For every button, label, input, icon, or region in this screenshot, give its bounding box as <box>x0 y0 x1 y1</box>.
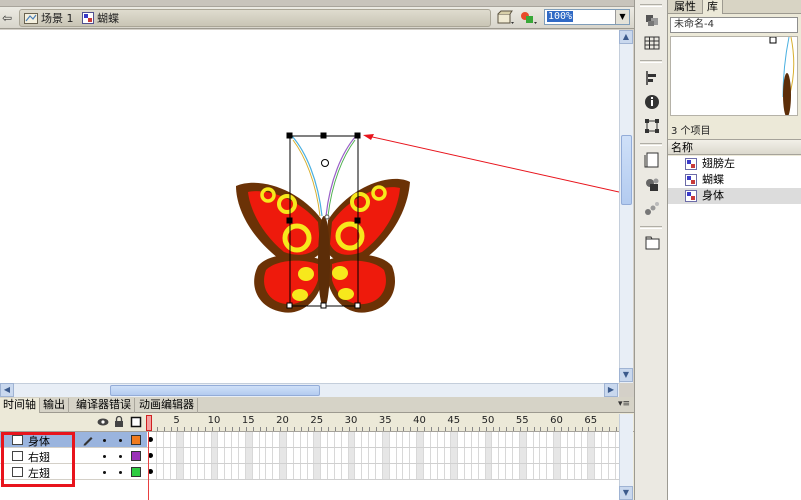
breadcrumb-scene[interactable]: 场景 1 <box>41 11 74 26</box>
library-item-selected[interactable]: 身体 <box>668 188 801 204</box>
library-icon[interactable] <box>642 150 662 170</box>
scroll-thumb[interactable] <box>621 135 632 205</box>
frame-number: 50 <box>481 415 495 426</box>
lock-icon[interactable] <box>114 416 124 428</box>
butterfly-body <box>318 216 330 308</box>
tab-output[interactable]: 输出 <box>40 398 69 413</box>
scene-icon <box>24 13 38 24</box>
transform-icon[interactable] <box>642 116 662 136</box>
scroll-down-button[interactable]: ▼ <box>619 368 633 382</box>
zoom-value: 100% <box>547 11 574 22</box>
frames-grid[interactable] <box>147 432 623 500</box>
butterfly-artwork <box>236 132 619 313</box>
document-tab-strip <box>0 0 634 7</box>
project-icon[interactable] <box>642 233 662 253</box>
timeline-tabs: 时间轴 输出 编译器错误 动画编辑器 ▾≡ <box>0 397 634 413</box>
library-item-count: 3 个项目 <box>671 126 711 137</box>
panel-menu-icon[interactable]: ▾≡ <box>618 399 630 409</box>
tab-timeline[interactable]: 时间轴 <box>0 398 40 413</box>
edit-scene-icon[interactable] <box>497 10 515 26</box>
library-item[interactable]: 翅膀左 <box>668 156 801 172</box>
scroll-down-button[interactable]: ▼ <box>619 486 633 500</box>
tab-compiler-errors[interactable]: 编译器错误 <box>73 398 135 413</box>
movieclip-symbol-icon <box>82 12 94 24</box>
library-item-list: 翅膀左 蝴蝶 身体 <box>668 156 801 236</box>
frame-number: 60 <box>550 415 563 426</box>
library-column-header[interactable]: 名称 <box>668 139 801 155</box>
library-item-label: 蝴蝶 <box>702 173 724 186</box>
panel-tabs: 属性 库 <box>668 0 801 14</box>
library-item-label: 翅膀左 <box>702 157 735 170</box>
frame-number: 40 <box>413 415 426 426</box>
tab-properties[interactable]: 属性 <box>670 0 700 14</box>
back-arrow-icon[interactable]: ⇦ <box>2 11 12 25</box>
frame-number: 45 <box>447 415 461 426</box>
zoom-select[interactable]: 100% ▼ <box>544 9 630 25</box>
playhead-handle[interactable] <box>146 415 152 431</box>
frame-number: 65 <box>584 415 598 426</box>
stage-canvas[interactable] <box>0 30 619 383</box>
stage-vertical-scrollbar[interactable]: ▲ ▼ <box>619 30 633 383</box>
align-icon[interactable] <box>642 68 662 88</box>
dock-separator <box>640 226 662 229</box>
info-icon[interactable] <box>642 92 662 112</box>
library-item-label: 身体 <box>702 189 724 202</box>
library-panel: 属性 库 未命名-4 3 个项目 名称 翅膀左 蝴蝶 身体 <box>668 0 801 500</box>
frame-number: 25 <box>310 415 324 426</box>
playhead-line <box>148 432 149 500</box>
edit-bar: ⇦ 场景 1 | 蝴蝶 <box>0 7 634 29</box>
color-swatches-icon[interactable] <box>642 10 662 30</box>
frame-number: 55 <box>515 415 529 426</box>
timeline-header: 51015202530354045505560657 <box>0 414 634 432</box>
library-preview <box>670 36 798 116</box>
scroll-thumb[interactable] <box>110 385 320 396</box>
frame-number: 5 <box>173 415 180 426</box>
timeline-panel: 时间轴 输出 编译器错误 动画编辑器 ▾≡ 5 10 15 20 25 30 35 40 45 5… <box>0 397 634 500</box>
layer-color-swatch[interactable] <box>131 467 141 477</box>
tab-library[interactable]: 库 <box>702 0 723 14</box>
breadcrumb-symbol[interactable]: 蝴蝶 <box>97 11 119 26</box>
scroll-right-button[interactable]: ▶ <box>604 383 618 397</box>
library-document-select[interactable]: 未命名-4 <box>670 17 798 33</box>
layer-color-swatch[interactable] <box>131 451 141 461</box>
frame-number: 10 <box>207 415 221 426</box>
scroll-left-button[interactable]: ◀ <box>0 383 14 397</box>
grid-align-icon[interactable] <box>642 33 662 53</box>
layer-color-swatch[interactable] <box>131 435 141 445</box>
annotation-highlight-box <box>1 432 75 487</box>
panel-icon-dock <box>634 0 668 500</box>
stage-horizontal-scrollbar[interactable]: ◀ ▶ <box>0 383 619 397</box>
pencil-icon <box>83 437 93 446</box>
frame-number: 20 <box>276 415 289 426</box>
timeline-vertical-scrollbar[interactable]: ▼ <box>619 414 633 500</box>
frame-number: 35 <box>378 415 392 426</box>
outline-icon[interactable] <box>130 416 142 428</box>
scroll-up-button[interactable]: ▲ <box>619 30 633 44</box>
breadcrumb: 场景 1 | 蝴蝶 <box>19 9 491 27</box>
dock-separator <box>640 60 662 63</box>
movieclip-symbol-icon <box>685 158 697 170</box>
dock-separator <box>640 143 662 146</box>
eye-icon[interactable] <box>97 417 109 427</box>
frame-ruler[interactable]: 51015202530354045505560657 <box>147 414 625 432</box>
frame-number: 30 <box>344 415 358 426</box>
chevron-down-icon[interactable]: ▼ <box>615 10 629 24</box>
movieclip-symbol-icon <box>685 174 697 186</box>
dock-separator <box>640 4 662 7</box>
tab-motion-editor[interactable]: 动画编辑器 <box>136 398 198 413</box>
library-empty-area <box>668 236 801 500</box>
library-item[interactable]: 蝴蝶 <box>668 172 801 188</box>
motion-presets-icon[interactable] <box>642 199 662 219</box>
components-icon[interactable] <box>642 175 662 195</box>
edit-symbols-icon[interactable] <box>519 10 539 26</box>
frame-number: 15 <box>241 415 255 426</box>
movieclip-symbol-icon <box>685 190 697 202</box>
